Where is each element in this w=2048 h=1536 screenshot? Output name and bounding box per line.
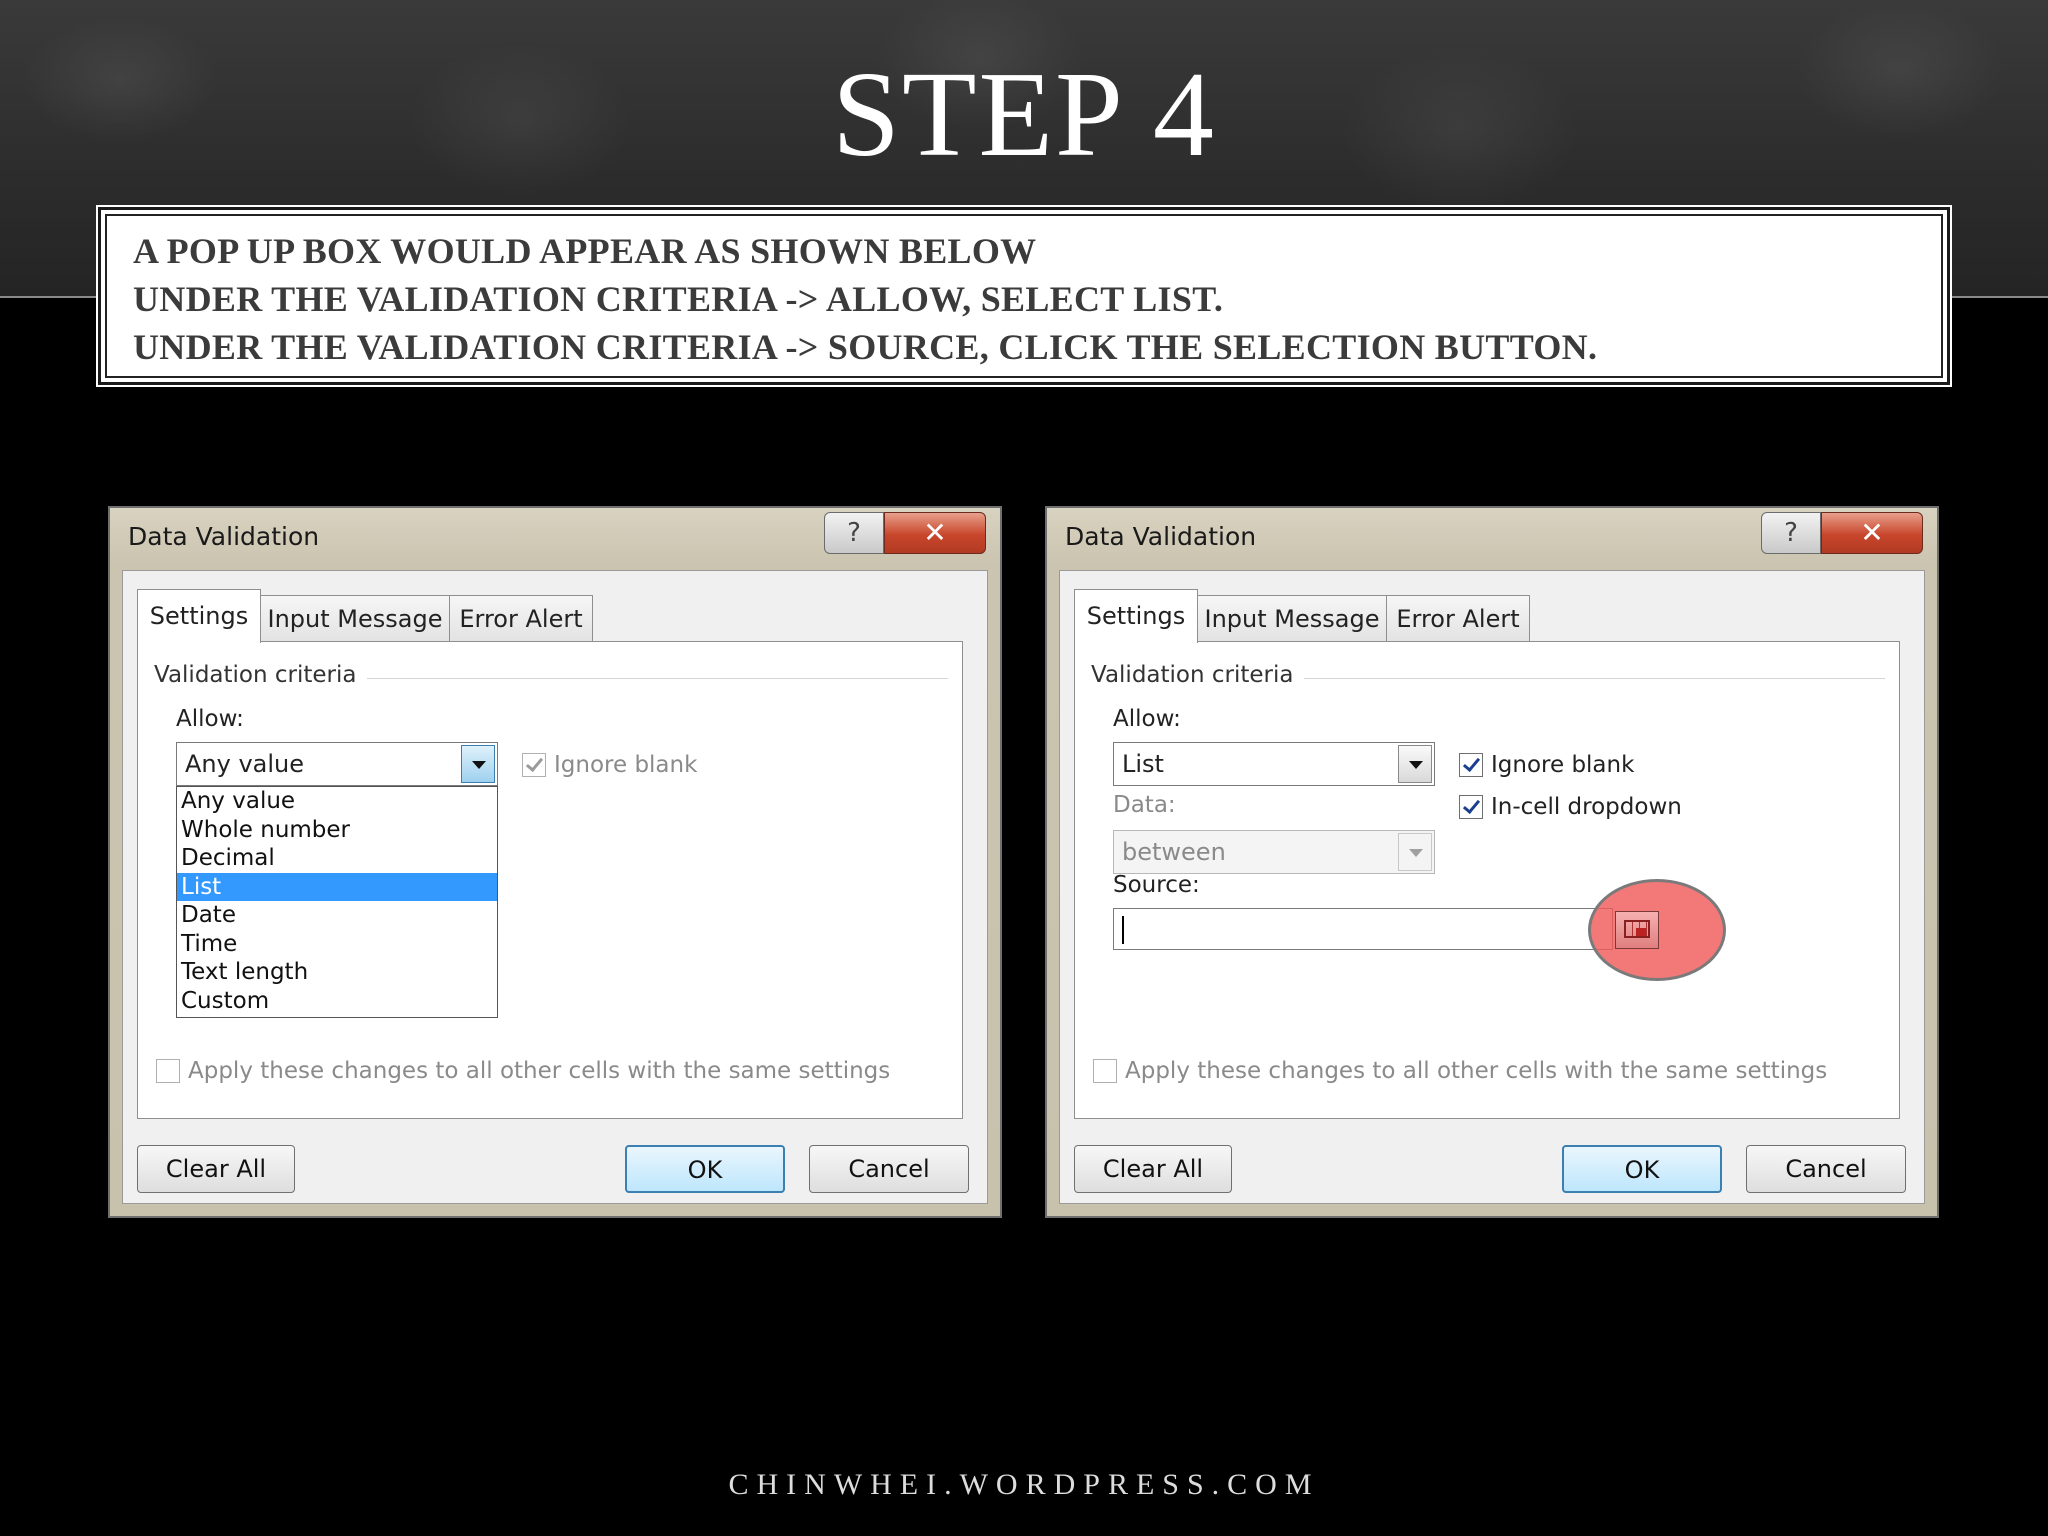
checkbox-box — [1093, 1059, 1117, 1083]
list-item-whole-number[interactable]: Whole number — [177, 816, 497, 845]
apply-all-checkbox[interactable]: Apply these changes to all other cells w… — [156, 1058, 890, 1084]
in-cell-dropdown-label: In-cell dropdown — [1491, 794, 1682, 820]
list-item-time[interactable]: Time — [177, 930, 497, 959]
tab-error-alert[interactable]: Error Alert — [449, 595, 593, 641]
chevron-down-icon[interactable] — [1398, 745, 1432, 783]
apply-all-label: Apply these changes to all other cells w… — [188, 1058, 891, 1084]
cancel-button[interactable]: Cancel — [809, 1145, 969, 1193]
settings-panel: Validation criteria Allow: List Ignore b… — [1074, 641, 1900, 1119]
allow-label: Allow: — [176, 706, 244, 732]
checkbox-box — [1459, 795, 1483, 819]
apply-all-checkbox[interactable]: Apply these changes to all other cells w… — [1093, 1058, 1827, 1084]
ignore-blank-checkbox[interactable]: Ignore blank — [1459, 752, 1634, 778]
list-item-decimal[interactable]: Decimal — [177, 844, 497, 873]
cancel-button[interactable]: Cancel — [1746, 1145, 1906, 1193]
list-item-date[interactable]: Date — [177, 901, 497, 930]
close-button[interactable]: ✕ — [1821, 512, 1923, 554]
text-caret — [1122, 916, 1124, 944]
tab-settings[interactable]: Settings — [1074, 589, 1198, 643]
list-item-any-value[interactable]: Any value — [177, 787, 497, 816]
allow-combobox[interactable]: List — [1113, 742, 1435, 786]
chevron-down-icon[interactable] — [1398, 833, 1432, 871]
ok-button[interactable]: OK — [1562, 1145, 1722, 1193]
checkbox-box — [156, 1059, 180, 1083]
allow-label: Allow: — [1113, 706, 1181, 732]
allow-combobox-value: List — [1122, 750, 1164, 778]
apply-all-label: Apply these changes to all other cells w… — [1125, 1058, 1828, 1084]
ok-button[interactable]: OK — [625, 1145, 785, 1193]
instruction-line-3: UNDER THE VALIDATION CRITERIA -> SOURCE,… — [133, 327, 1598, 367]
instruction-line-1: A POP UP BOX WOULD APPEAR AS SHOWN BELOW — [133, 231, 1037, 271]
data-label: Data: — [1113, 792, 1176, 818]
list-item-custom[interactable]: Custom — [177, 987, 497, 1016]
help-button[interactable]: ? — [824, 512, 884, 554]
slide-title: STEP 4 — [832, 47, 1216, 182]
data-validation-dialog-2: Data Validation ? ✕ Settings Input Messa… — [1045, 506, 1939, 1218]
chevron-down-icon[interactable] — [461, 745, 495, 783]
title-bar-buttons: ? ✕ — [824, 512, 986, 554]
dialog-title: Data Validation — [1065, 522, 1257, 551]
settings-panel: Validation criteria Allow: Any value Any… — [137, 641, 963, 1119]
ignore-blank-checkbox[interactable]: Ignore blank — [522, 752, 697, 778]
ignore-blank-label: Ignore blank — [554, 752, 698, 778]
clear-all-button[interactable]: Clear All — [1074, 1145, 1232, 1193]
source-label: Source: — [1113, 872, 1200, 898]
tab-input-message[interactable]: Input Message — [1197, 595, 1387, 641]
data-combobox-value: between — [1122, 838, 1226, 866]
close-button[interactable]: ✕ — [884, 512, 986, 554]
dialog-title: Data Validation — [128, 522, 320, 551]
tab-settings[interactable]: Settings — [137, 589, 261, 643]
instruction-box: A POP UP BOX WOULD APPEAR AS SHOWN BELOW… — [96, 205, 1952, 387]
tab-error-alert[interactable]: Error Alert — [1386, 595, 1530, 641]
tab-input-message[interactable]: Input Message — [260, 595, 450, 641]
title-bar-buttons: ? ✕ — [1761, 512, 1923, 554]
checkbox-box — [1459, 753, 1483, 777]
range-selector-icon[interactable] — [1615, 911, 1659, 949]
validation-criteria-label: Validation criteria — [154, 662, 367, 688]
footer-url: CHINWHEI.WORDPRESS.COM — [728, 1468, 1320, 1501]
clear-all-button[interactable]: Clear All — [137, 1145, 295, 1193]
instruction-line-2: UNDER THE VALIDATION CRITERIA -> ALLOW, … — [133, 279, 1224, 319]
dialog-client-area: Settings Input Message Error Alert Valid… — [1059, 570, 1925, 1204]
help-button[interactable]: ? — [1761, 512, 1821, 554]
allow-combobox-value: Any value — [185, 750, 305, 778]
data-combobox[interactable]: between — [1113, 830, 1435, 874]
list-item-list[interactable]: List — [177, 872, 497, 901]
allow-combobox[interactable]: Any value — [176, 742, 498, 786]
source-input[interactable] — [1113, 908, 1613, 950]
in-cell-dropdown-checkbox[interactable]: In-cell dropdown — [1459, 794, 1682, 820]
ignore-blank-label: Ignore blank — [1491, 752, 1635, 778]
allow-dropdown-list[interactable]: Any value Whole number Decimal List Date… — [176, 786, 498, 1018]
validation-criteria-label: Validation criteria — [1091, 662, 1304, 688]
dialog-client-area: Settings Input Message Error Alert Valid… — [122, 570, 988, 1204]
data-validation-dialog-1: Data Validation ? ✕ Settings Input Messa… — [108, 506, 1002, 1218]
checkbox-box — [522, 753, 546, 777]
list-item-text-length[interactable]: Text length — [177, 958, 497, 987]
